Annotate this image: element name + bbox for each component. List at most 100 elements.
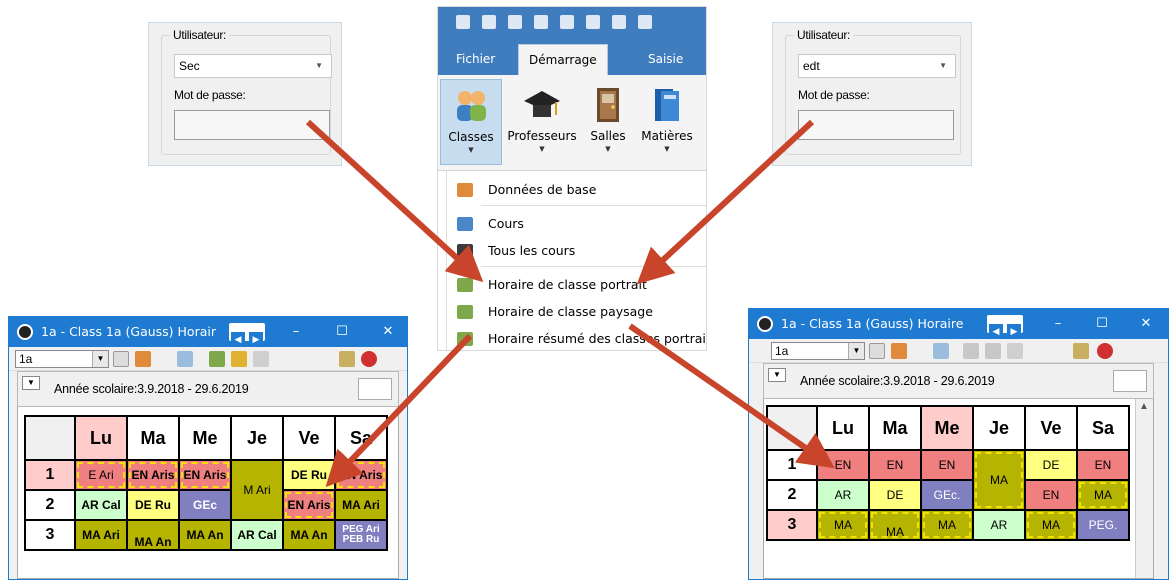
password-field[interactable] [798,110,954,140]
lesson-cell[interactable]: EN Aris [282,489,336,521]
salles-button[interactable]: Salles ▼ [586,85,630,153]
menu-item-tous-les-cours[interactable]: Tous les cours [447,238,706,264]
next-icon[interactable]: ▶ [249,332,263,348]
lesson-cell[interactable]: AR Cal [230,519,284,551]
lesson-cell[interactable]: MA [816,509,870,541]
close-button[interactable]: ✕ [365,317,407,347]
lesson-cell[interactable]: GEc. [920,479,974,511]
lesson-cell[interactable]: MA [972,449,1026,511]
school-year-label: Année scolaire:3.9.2018 - 29.6.2019 [54,382,249,396]
menu-item-horaire-paysage[interactable]: Horaire de classe paysage [447,299,706,325]
grid-icon[interactable] [177,351,193,367]
zoom-icon[interactable] [361,351,377,367]
class-combo[interactable]: 1a ▼ [771,342,865,360]
lesson-cell[interactable]: MA [868,509,922,541]
minimize-button[interactable]: – [273,317,319,347]
palette-icon[interactable] [1073,343,1089,359]
lesson-cell[interactable]: EN Aris [126,459,180,491]
lesson-cell[interactable]: DE Ru [126,489,180,521]
lock-icon[interactable] [231,351,247,367]
class-combo[interactable]: 1a ▼ [15,350,109,368]
lesson-cell[interactable]: EN Aris [178,459,232,491]
tab-fichier[interactable]: Fichier [446,44,505,75]
lesson-cell[interactable]: DE [868,479,922,511]
lesson-cell[interactable]: PEG. [1076,509,1130,541]
lesson-cell[interactable]: EN Aris [334,459,388,491]
lesson-cell[interactable]: PEG Ari PEB Ru [334,519,388,551]
lesson-cell[interactable]: EN [868,449,922,481]
tab-saisie[interactable]: Saisie de [638,44,706,96]
prev-icon[interactable]: ◀ [231,332,245,348]
lesson-cell[interactable]: AR Cal [74,489,128,521]
monitor-icon [457,244,473,258]
timetable-icon [457,278,473,292]
classes-icon [451,86,491,126]
lesson-cell[interactable]: MA An [282,519,336,551]
scroll-up-icon[interactable]: ▲ [1139,401,1149,412]
nav-arrows[interactable]: ◀ ▶ [229,323,265,348]
lesson-cell[interactable]: DE [1024,449,1078,481]
lesson-cell[interactable]: EN [1076,449,1130,481]
lesson-cell[interactable]: EN [816,449,870,481]
export-icon[interactable] [963,343,979,359]
password-field[interactable] [174,110,330,140]
undo-icon[interactable] [1007,343,1023,359]
lesson-cell[interactable]: EN [920,449,974,481]
lesson-cell[interactable]: MA Ari [74,519,128,551]
lesson-cell[interactable]: AR [972,509,1026,541]
undo-icon[interactable] [253,351,269,367]
lesson-cell[interactable]: E Ari [74,459,128,491]
preview-icon[interactable] [560,15,574,29]
lesson-cell[interactable]: MA [1076,479,1130,511]
chevron-down-icon[interactable]: ▼ [768,368,786,382]
zoom-icon[interactable] [1097,343,1113,359]
nav-arrows[interactable]: ◀ ▶ [987,315,1023,340]
lesson-cell[interactable]: MA An [178,519,232,551]
matieres-button[interactable]: Matières ▼ [634,85,700,153]
maximize-button[interactable]: ☐ [1079,309,1125,339]
lesson-cell[interactable]: EN [1024,479,1078,511]
lesson-cell[interactable]: MA Ari [334,489,388,521]
calendar-icon[interactable] [358,378,392,400]
palette-icon[interactable] [339,351,355,367]
settings-icon[interactable] [586,15,600,29]
open-icon[interactable] [456,15,470,29]
export-icon[interactable] [612,15,626,29]
calendar-icon[interactable] [1113,370,1147,392]
save-icon[interactable] [482,15,496,29]
lesson-cell[interactable]: DE Ru [282,459,336,491]
menu-item-donnees-de-base[interactable]: Données de base [447,177,706,203]
maximize-button[interactable]: ☐ [319,317,365,347]
export-icon[interactable] [209,351,225,367]
professeurs-button[interactable]: Professeurs ▼ [504,85,580,153]
people-icon[interactable] [891,343,907,359]
grid-icon[interactable] [933,343,949,359]
user-combo[interactable]: edt ▼ [798,54,956,78]
next-icon[interactable]: ▶ [1007,324,1021,340]
timetable-icon [457,305,473,319]
classes-button[interactable]: Classes ▼ [440,79,502,165]
people-icon[interactable] [135,351,151,367]
prev-icon[interactable]: ◀ [989,324,1003,340]
menu-item-horaire-portrait[interactable]: Horaire de classe portrait [447,272,706,298]
menu-item-horaire-resume[interactable]: Horaire résumé des classes portrait [447,326,706,350]
lesson-cell[interactable]: MA [920,509,974,541]
lesson-cell[interactable]: AR [816,479,870,511]
print-icon[interactable] [534,15,548,29]
user-combo[interactable]: Sec ▼ [174,54,332,78]
tab-demarrage[interactable]: Démarrage [518,44,608,75]
undo-icon[interactable] [508,15,522,29]
import-icon[interactable] [638,15,652,29]
lock-icon[interactable] [985,343,1001,359]
menu-item-cours[interactable]: Cours [447,211,706,237]
chevron-down-icon[interactable]: ▼ [22,376,40,390]
lesson-cell[interactable]: GEc [178,489,232,521]
lesson-cell[interactable]: M Ari [230,459,284,521]
close-button[interactable]: ✕ [1123,309,1168,339]
spin-icon[interactable] [113,351,129,367]
lesson-cell[interactable]: MA An [126,519,180,551]
vertical-scrollbar[interactable]: ▲ [1135,399,1153,578]
lesson-cell[interactable]: MA [1024,509,1078,541]
spin-icon[interactable] [869,343,885,359]
minimize-button[interactable]: – [1035,309,1081,339]
